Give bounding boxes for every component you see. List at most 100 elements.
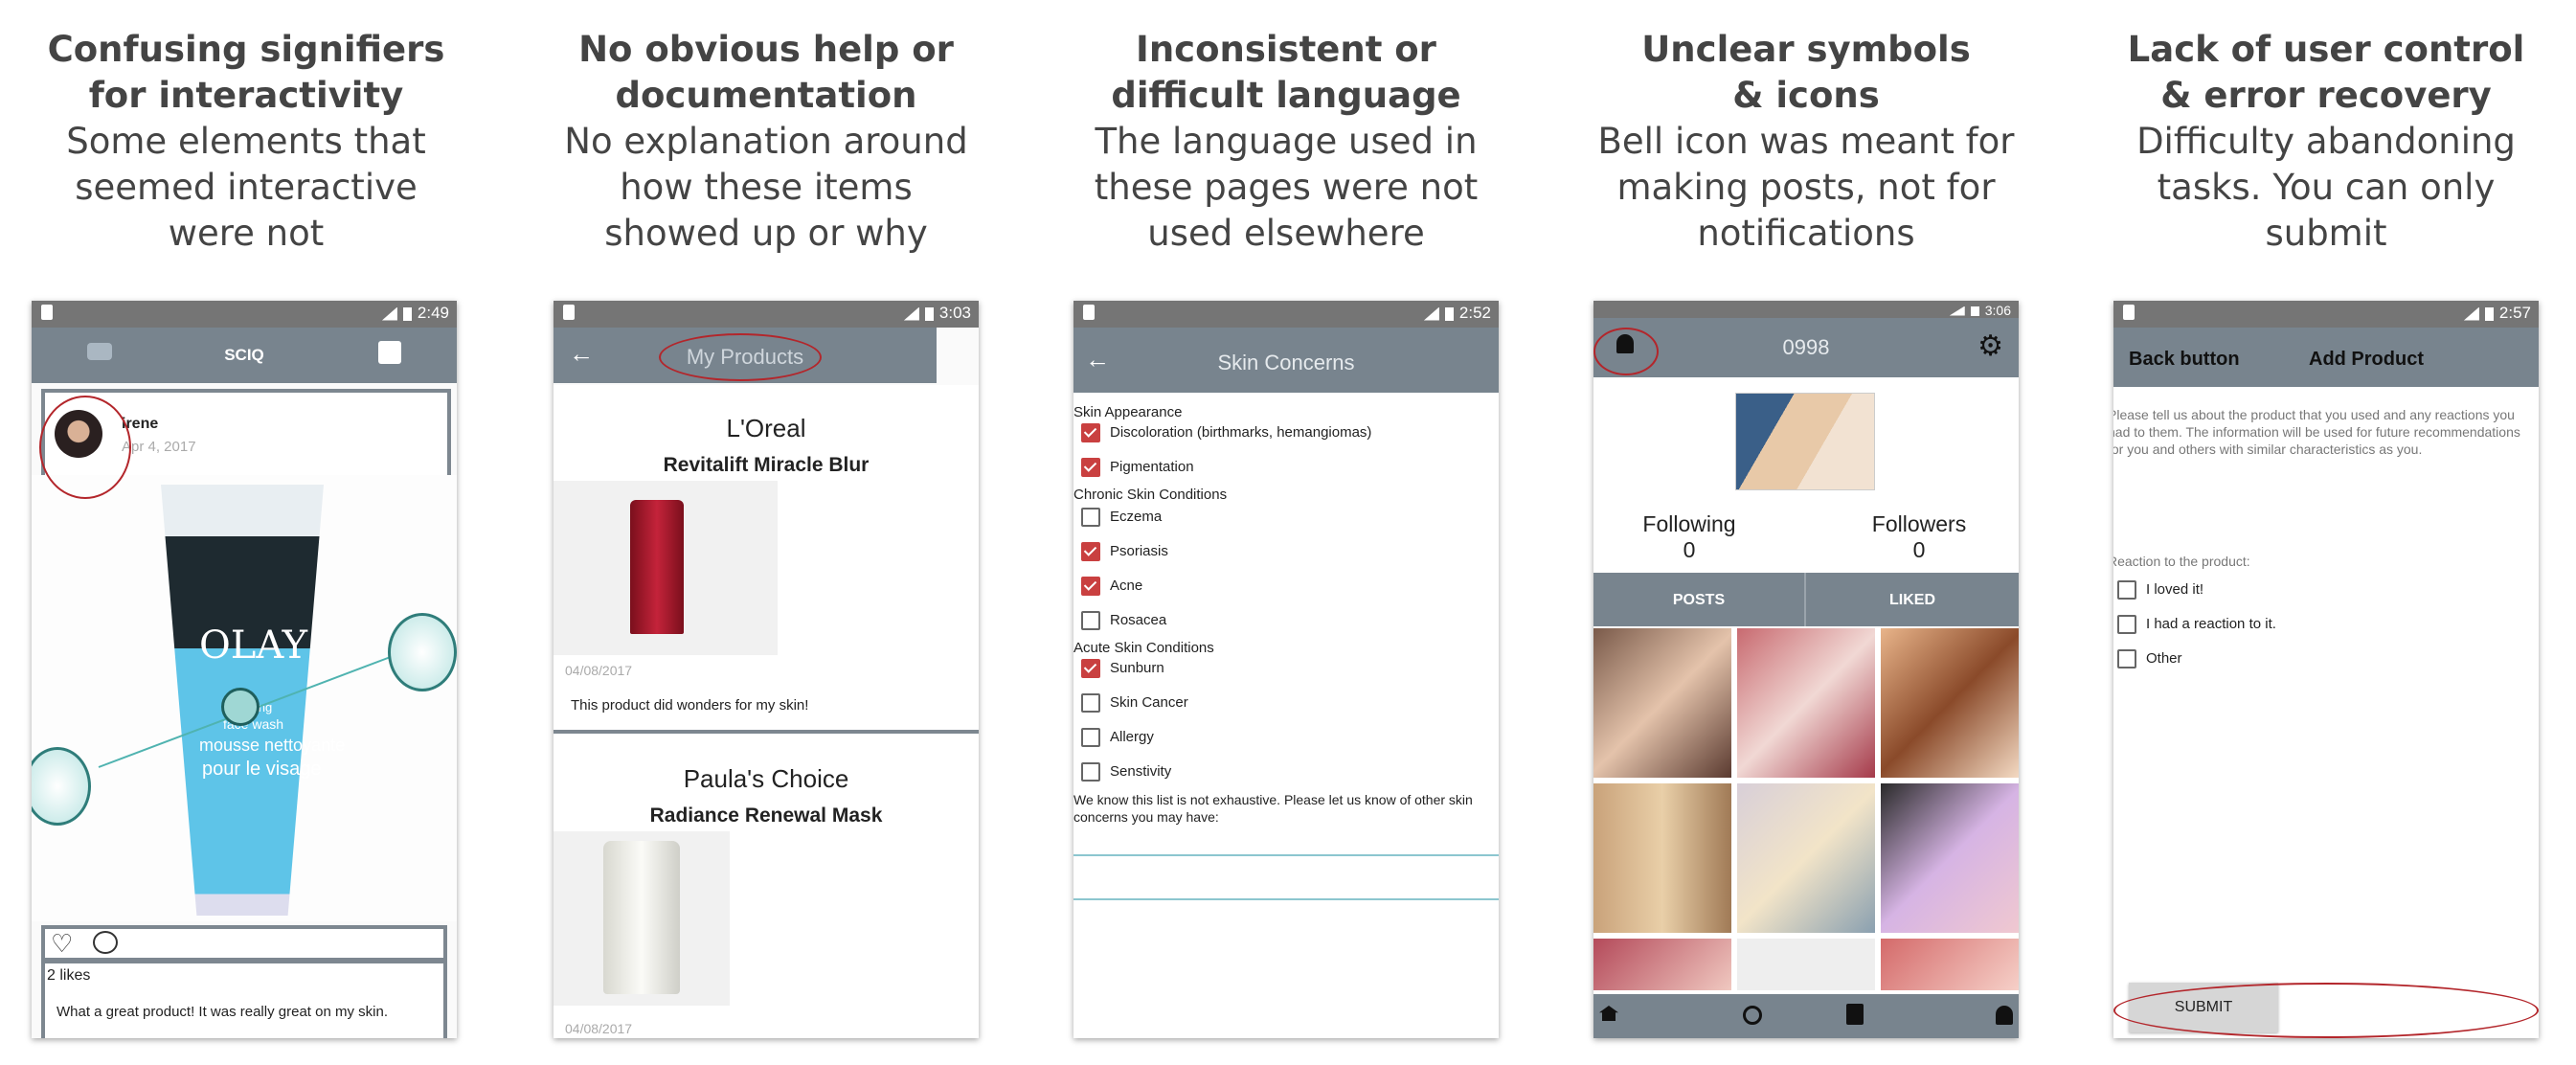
checkbox[interactable]	[1081, 693, 1100, 713]
caption-heading: No obvious help or documentation	[578, 29, 954, 116]
checkbox[interactable]	[2117, 615, 2136, 634]
book-icon[interactable]	[1846, 1004, 1864, 1025]
caption-body: Difficulty abandoning tasks. You can only…	[2136, 121, 2516, 254]
checkbox-row[interactable]: Acne	[1073, 577, 1499, 611]
checkbox[interactable]	[1081, 611, 1100, 630]
grid-image[interactable]	[1593, 939, 1731, 990]
checkbox-row[interactable]: Allergy	[1073, 728, 1499, 762]
status-bar: 3:03	[554, 301, 979, 328]
grid-image[interactable]	[1737, 783, 1875, 933]
product-name: Revitalift Miracle Blur	[663, 454, 870, 476]
inbox-icon[interactable]	[378, 341, 401, 364]
checkbox-row[interactable]: Senstivity	[1073, 762, 1499, 791]
stat-value: 0	[1683, 537, 1696, 562]
checkbox[interactable]	[1081, 508, 1100, 527]
other-concerns-input[interactable]	[1073, 854, 1499, 900]
checkbox[interactable]	[2117, 649, 2136, 668]
grid-image[interactable]	[1593, 628, 1731, 778]
product-brand: Paula's Choice	[683, 764, 849, 793]
gear-icon[interactable]: ⚙	[1977, 329, 2003, 363]
stat-following[interactable]: Following 0	[1603, 511, 1775, 563]
status-time: 3:03	[938, 304, 971, 322]
heart-icon[interactable]: ♡	[51, 929, 73, 959]
profile-icon[interactable]	[1996, 1006, 2013, 1025]
checkbox[interactable]	[1081, 728, 1100, 747]
product-tag-hotspot[interactable]	[388, 613, 457, 691]
checkbox-row[interactable]: Other	[2117, 649, 2182, 668]
checkbox[interactable]	[2117, 580, 2136, 600]
back-button[interactable]: Back button	[2129, 349, 2240, 371]
checkbox-row[interactable]: Psoriasis	[1073, 542, 1499, 577]
product-tag-dot[interactable]	[221, 688, 260, 726]
checkbox[interactable]	[1081, 577, 1100, 596]
concern-list: Skin Appearance Discoloration (birthmark…	[1073, 404, 1499, 826]
profile-tabs: POSTS LIKED	[1593, 573, 2019, 626]
stat-value: 0	[1912, 537, 1926, 562]
panel-caption: No obvious help or documentation No expla…	[517, 27, 1015, 257]
checkbox[interactable]	[1081, 659, 1100, 678]
grid-image[interactable]	[1881, 628, 2019, 778]
product-list-item[interactable]: L'Oreal Revitalift Miracle Blur 04/08/20…	[554, 385, 979, 734]
stat-followers[interactable]: Followers 0	[1833, 511, 2005, 563]
comment-icon[interactable]	[93, 931, 118, 954]
status-bar: 2:57	[2113, 301, 2539, 328]
tab-liked[interactable]: LIKED	[1806, 592, 2019, 609]
caption-heading: Confusing signifiers for interactivity	[47, 29, 445, 116]
post-image: OLAY foaming face wash mousse nettoyante…	[32, 475, 457, 921]
checkbox[interactable]	[1081, 762, 1100, 782]
grid-image[interactable]	[1593, 783, 1731, 933]
checkbox-row[interactable]: I had a reaction to it.	[2117, 615, 2276, 634]
app-bar: ← My Products	[554, 328, 937, 383]
home-icon[interactable]	[1599, 1006, 1618, 1021]
panel-caption: Lack of user control & error recovery Dif…	[2077, 27, 2575, 257]
app-bar: SCIQ	[32, 328, 457, 383]
checkbox-row[interactable]: Rosacea	[1073, 611, 1499, 640]
profile-photo[interactable]	[1735, 393, 1875, 490]
product-list-item[interactable]: Paula's Choice Radiance Renewal Mask 04/…	[554, 734, 979, 1038]
section-label: Skin Appearance	[1073, 404, 1183, 420]
checkbox-row[interactable]: Pigmentation	[1073, 458, 1499, 487]
status-bar: 2:52	[1073, 301, 1499, 328]
caption-body: Bell icon was meant for making posts, not…	[1597, 121, 2015, 254]
bottom-nav	[1593, 994, 2019, 1038]
checkbox-row[interactable]: Skin Cancer	[1073, 693, 1499, 728]
app-bar: 0998 ⚙	[1593, 318, 2019, 377]
product-name: Radiance Renewal Mask	[649, 804, 883, 827]
grid-image[interactable]	[1737, 939, 1875, 990]
checkbox[interactable]	[1081, 458, 1100, 477]
post-date: Apr 4, 2017	[122, 439, 196, 455]
phone-screen-add-product: 2:57 Back button Add Product Please tell…	[2113, 301, 2539, 1038]
concern-note: We know this list is not exhaustive. Ple…	[1073, 792, 1473, 825]
tab-posts[interactable]: POSTS	[1593, 592, 1804, 609]
highlight-oval	[2113, 983, 2539, 1038]
caption-heading: Unclear symbols & icons	[1641, 29, 1971, 116]
product-date: 04/08/2017	[565, 663, 633, 678]
app-bar: Back button Add Product	[2113, 328, 2539, 387]
panel-caption: Confusing signifiers for interactivity So…	[0, 27, 495, 257]
post-footer: 2 likes What a great product! It was rea…	[41, 960, 447, 1038]
search-icon[interactable]	[1743, 1006, 1762, 1025]
post-actions: ♡	[41, 925, 447, 962]
checkbox[interactable]	[1081, 423, 1100, 442]
section-label: Chronic Skin Conditions	[1073, 487, 1228, 503]
checkbox-row[interactable]: I loved it!	[2117, 580, 2203, 600]
highlight-oval	[659, 333, 822, 381]
grid-image[interactable]	[1881, 939, 2019, 990]
caption-body: The language used in these pages were not…	[1094, 121, 1479, 254]
status-bar: 2:49	[32, 301, 457, 328]
grid-image[interactable]	[1737, 628, 1875, 778]
stat-label: Followers	[1871, 511, 1967, 536]
grid-image[interactable]	[1881, 783, 2019, 933]
product-brand: L'Oreal	[726, 414, 806, 442]
product-thumbnail	[554, 831, 730, 1006]
panel-caption: Unclear symbols & icons Bell icon was mea…	[1557, 27, 2055, 257]
post-comment: What a great product! It was really grea…	[56, 1004, 388, 1020]
status-bar: 3:06	[1593, 301, 2019, 318]
checkbox-row[interactable]: Eczema	[1073, 508, 1499, 542]
post-grid	[1593, 626, 2019, 990]
checkbox-row[interactable]: Discoloration (birthmarks, hemangiomas)	[1073, 423, 1499, 458]
phone-screen-post: 2:49 SCIQ irene Apr 4, 2017 OLAY foaming…	[32, 301, 457, 1038]
caption-heading: Inconsistent or difficult language	[1111, 29, 1461, 116]
checkbox-row[interactable]: Sunburn	[1073, 659, 1499, 693]
checkbox[interactable]	[1081, 542, 1100, 561]
